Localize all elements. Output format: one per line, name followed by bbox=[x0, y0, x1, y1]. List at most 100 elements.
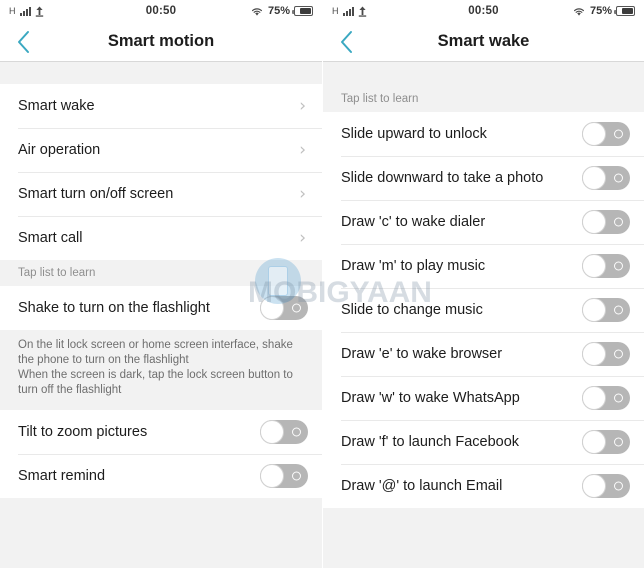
list-item-smart-call[interactable]: Smart call › bbox=[0, 216, 322, 260]
toggle-knob bbox=[260, 420, 284, 444]
toggle-draw-at-email[interactable] bbox=[582, 474, 630, 498]
battery-percent-label: 75% bbox=[589, 5, 612, 17]
bottom-filler-right bbox=[323, 508, 644, 568]
status-right-icons: 75% bbox=[250, 5, 313, 17]
toggle-knob bbox=[582, 474, 606, 498]
status-bar-right: H 00:50 75% bbox=[323, 0, 644, 22]
toggle-tilt-to-zoom[interactable] bbox=[260, 420, 308, 444]
list-item-air-operation[interactable]: Air operation › bbox=[0, 128, 322, 172]
back-button-left[interactable] bbox=[0, 22, 46, 62]
toggle-ring-icon bbox=[614, 437, 623, 447]
setting-label: Draw 'f' to launch Facebook bbox=[341, 434, 520, 450]
toggle-ring-icon bbox=[292, 303, 301, 313]
setting-row-smart-remind[interactable]: Smart remind bbox=[0, 454, 322, 498]
toggle-knob bbox=[260, 464, 284, 488]
toggle-ring-icon bbox=[614, 481, 623, 491]
toggle-knob bbox=[582, 342, 606, 366]
smart-wake-toggle-list: Slide upward to unlock Slide downward to… bbox=[323, 112, 644, 508]
right-phone-screen: H 00:50 75% Smart wake Tap list to learn… bbox=[322, 0, 644, 568]
setting-row-shake-flashlight[interactable]: Shake to turn on the flashlight bbox=[0, 286, 322, 330]
status-bar-left: H 00:50 75% bbox=[0, 0, 322, 22]
toggle-shake-flashlight[interactable] bbox=[260, 296, 308, 320]
toggle-knob bbox=[582, 166, 606, 190]
list-item-label: Smart turn on/off screen bbox=[18, 186, 174, 202]
chevron-right-icon: › bbox=[299, 95, 306, 116]
setting-label: Slide downward to take a photo bbox=[341, 170, 544, 186]
setting-row-slide-change-music[interactable]: Slide to change music bbox=[323, 288, 644, 332]
list-item-smart-wake[interactable]: Smart wake › bbox=[0, 84, 322, 128]
toggle-ring-icon bbox=[292, 471, 301, 481]
toggle-draw-c-dialer[interactable] bbox=[582, 210, 630, 234]
toggle-ring-icon bbox=[614, 305, 623, 315]
setting-row-draw-w-whatsapp[interactable]: Draw 'w' to wake WhatsApp bbox=[323, 376, 644, 420]
page-title-left: Smart motion bbox=[107, 32, 215, 50]
toggle-knob bbox=[260, 296, 284, 320]
chevron-left-icon bbox=[340, 30, 352, 53]
section-caption-left: Tap list to learn bbox=[0, 260, 322, 286]
setting-label: Draw 'm' to play music bbox=[341, 258, 486, 274]
setting-label: Draw 'c' to wake dialer bbox=[341, 214, 486, 230]
toggle-slide-change-music[interactable] bbox=[582, 298, 630, 322]
setting-row-draw-e-browser[interactable]: Draw 'e' to wake browser bbox=[323, 332, 644, 376]
setting-row-draw-c-dialer[interactable]: Draw 'c' to wake dialer bbox=[323, 200, 644, 244]
toggle-ring-icon bbox=[614, 261, 623, 271]
toggle-knob bbox=[582, 386, 606, 410]
setting-label: Slide to change music bbox=[341, 302, 483, 318]
toggle-ring-icon bbox=[614, 349, 623, 359]
setting-label: Shake to turn on the flashlight bbox=[18, 300, 210, 316]
battery-icon bbox=[292, 6, 313, 16]
extra-toggles-group: Tilt to zoom pictures Smart remind bbox=[0, 410, 322, 498]
nav-bar-left: Smart motion bbox=[0, 22, 322, 62]
help-line: When the screen is dark, tap the lock sc… bbox=[18, 369, 293, 381]
setting-label: Smart remind bbox=[18, 468, 106, 484]
toggle-knob bbox=[582, 122, 606, 146]
list-item-smart-turn-on-off-screen[interactable]: Smart turn on/off screen › bbox=[0, 172, 322, 216]
help-line: On the lit lock screen or home screen in… bbox=[18, 339, 293, 351]
setting-row-draw-at-email[interactable]: Draw '@' to launch Email bbox=[323, 464, 644, 508]
list-item-label: Smart wake bbox=[18, 98, 95, 114]
toggle-smart-remind[interactable] bbox=[260, 464, 308, 488]
toggle-knob bbox=[582, 210, 606, 234]
left-phone-screen: H 00:50 75% Smart motion Smart wake › Ai… bbox=[0, 0, 322, 568]
setting-label: Tilt to zoom pictures bbox=[18, 424, 148, 440]
help-line: turn off the flashlight bbox=[18, 384, 122, 396]
toggle-draw-w-whatsapp[interactable] bbox=[582, 386, 630, 410]
navigation-list-left: Smart wake › Air operation › Smart turn … bbox=[0, 84, 322, 260]
toggle-slide-downward-photo[interactable] bbox=[582, 166, 630, 190]
page-title-right: Smart wake bbox=[437, 32, 530, 50]
toggle-ring-icon bbox=[292, 427, 301, 437]
setting-label: Draw '@' to launch Email bbox=[341, 478, 503, 494]
setting-row-draw-f-facebook[interactable]: Draw 'f' to launch Facebook bbox=[323, 420, 644, 464]
top-spacer-right bbox=[323, 62, 644, 86]
setting-row-draw-m-music[interactable]: Draw 'm' to play music bbox=[323, 244, 644, 288]
list-item-label: Air operation bbox=[18, 142, 101, 158]
wifi-icon bbox=[251, 7, 262, 16]
toggle-ring-icon bbox=[614, 129, 623, 139]
battery-percent-label: 75% bbox=[267, 5, 290, 17]
toggle-slide-upward-unlock[interactable] bbox=[582, 122, 630, 146]
setting-row-slide-upward-unlock[interactable]: Slide upward to unlock bbox=[323, 112, 644, 156]
chevron-right-icon: › bbox=[299, 139, 306, 160]
bottom-filler-left bbox=[0, 498, 322, 568]
toggle-knob bbox=[582, 298, 606, 322]
toggle-ring-icon bbox=[614, 217, 623, 227]
dual-screenshot-container: H 00:50 75% Smart motion Smart wake › Ai… bbox=[0, 0, 644, 568]
setting-label: Draw 'e' to wake browser bbox=[341, 346, 503, 362]
chevron-right-icon: › bbox=[299, 227, 306, 248]
flashlight-group: Shake to turn on the flashlight bbox=[0, 286, 322, 330]
toggle-draw-f-facebook[interactable] bbox=[582, 430, 630, 454]
toggle-knob bbox=[582, 430, 606, 454]
list-item-label: Smart call bbox=[18, 230, 83, 246]
setting-row-tilt-to-zoom[interactable]: Tilt to zoom pictures bbox=[0, 410, 322, 454]
status-right-icons: 75% bbox=[572, 5, 635, 17]
battery-icon bbox=[614, 6, 635, 16]
back-button-right[interactable] bbox=[323, 22, 369, 62]
chevron-right-icon: › bbox=[299, 183, 306, 204]
toggle-draw-m-music[interactable] bbox=[582, 254, 630, 278]
setting-row-slide-downward-photo[interactable]: Slide downward to take a photo bbox=[323, 156, 644, 200]
toggle-ring-icon bbox=[614, 173, 623, 183]
toggle-ring-icon bbox=[614, 393, 623, 403]
toggle-draw-e-browser[interactable] bbox=[582, 342, 630, 366]
toggle-knob bbox=[582, 254, 606, 278]
chevron-left-icon bbox=[17, 30, 29, 53]
